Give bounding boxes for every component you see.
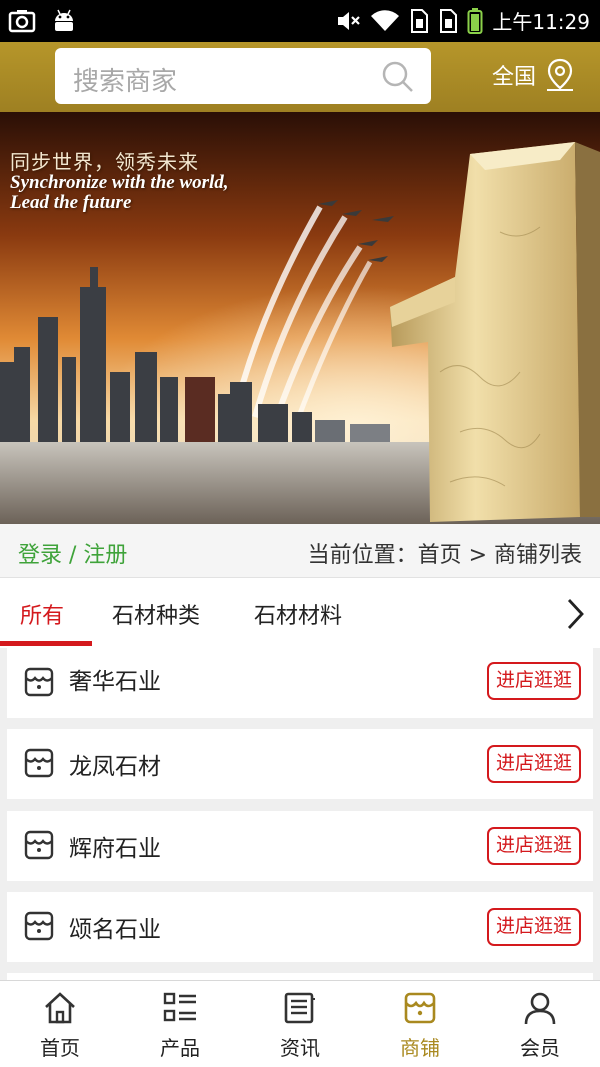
sim1-icon: [411, 8, 429, 33]
tab-stone-types[interactable]: 石材种类: [112, 598, 200, 630]
shop-name: 辉府石业: [69, 836, 161, 862]
nav-news-label: 资讯: [280, 1036, 320, 1060]
region-selector[interactable]: 全国: [492, 58, 576, 92]
tab-all[interactable]: 所有: [20, 598, 64, 630]
search-input[interactable]: 搜索商家: [73, 61, 177, 98]
location-pin-icon: [547, 58, 574, 91]
promo-banner[interactable]: 同步世界，领秀未来 Synchronize with the world, Le…: [0, 112, 600, 524]
home-icon: [45, 992, 75, 1024]
list-item[interactable]: 奢华石业 进店逛逛: [7, 648, 593, 718]
nav-member[interactable]: 会员: [480, 981, 600, 1067]
banner-slogan-en-line1: Synchronize with the world,: [10, 172, 229, 193]
chevron-right-icon[interactable]: [564, 597, 586, 631]
wifi-icon: [371, 9, 400, 31]
shop-icon: [404, 992, 436, 1024]
nav-news[interactable]: 资讯: [240, 981, 360, 1067]
shop-name: 奢华石业: [69, 669, 161, 695]
region-label: 全国: [492, 65, 537, 90]
status-bar: 上午11:29: [0, 0, 600, 42]
search-icon[interactable]: [381, 60, 415, 94]
active-tab-indicator: [0, 641, 92, 646]
list-item[interactable]: 辉府石业 进店逛逛: [7, 811, 593, 881]
shop-name: 龙凤石材: [69, 754, 161, 780]
tab-stone-materials[interactable]: 石材材料: [254, 598, 342, 630]
product-list-icon: [163, 992, 196, 1022]
battery-icon: [467, 7, 483, 34]
nav-member-label: 会员: [520, 1036, 560, 1060]
sim2-icon: [440, 8, 458, 33]
bottom-nav: 首页 产品 资讯 商铺 会员: [0, 980, 600, 1067]
shop-name: 颂名石业: [69, 917, 161, 943]
nav-shops-label: 商铺: [400, 1036, 440, 1060]
nav-home-label: 首页: [40, 1036, 80, 1060]
visit-shop-button[interactable]: 进店逛逛: [486, 827, 581, 865]
android-icon: [55, 9, 73, 31]
nav-products-label: 产品: [160, 1036, 200, 1060]
store-icon: [24, 748, 54, 778]
visit-shop-button[interactable]: 进店逛逛: [486, 908, 581, 946]
header: 搜索商家 全国: [0, 42, 600, 112]
member-icon: [524, 992, 556, 1025]
login-register-link[interactable]: 登录 / 注册: [18, 537, 127, 569]
visit-shop-button[interactable]: 进店逛逛: [486, 662, 581, 700]
store-icon: [24, 667, 54, 697]
banner-slogan-cn: 同步世界，领秀未来: [10, 150, 199, 174]
category-tabs: 所有 石材种类 石材材料: [0, 578, 600, 648]
breadcrumb: 当前位置：首页 > 商铺列表: [307, 543, 582, 568]
breadcrumb-bar: 登录 / 注册 当前位置：首页 > 商铺列表: [0, 524, 600, 578]
banner-slogan-en-line2: Lead the future: [10, 192, 132, 213]
store-icon: [24, 830, 54, 860]
nav-home[interactable]: 首页: [0, 981, 120, 1067]
mute-icon: [338, 11, 361, 30]
search-box[interactable]: 搜索商家: [55, 48, 431, 104]
nav-products[interactable]: 产品: [120, 981, 240, 1067]
screenshot-icon: [8, 10, 36, 33]
news-icon: [284, 992, 315, 1024]
list-item[interactable]: 龙凤石材 进店逛逛: [7, 729, 593, 799]
visit-shop-button[interactable]: 进店逛逛: [486, 745, 581, 783]
store-icon: [24, 911, 54, 941]
list-item[interactable]: 颂名石业 进店逛逛: [7, 892, 593, 962]
nav-shops[interactable]: 商铺: [360, 981, 480, 1067]
status-time: 上午11:29: [492, 10, 590, 34]
